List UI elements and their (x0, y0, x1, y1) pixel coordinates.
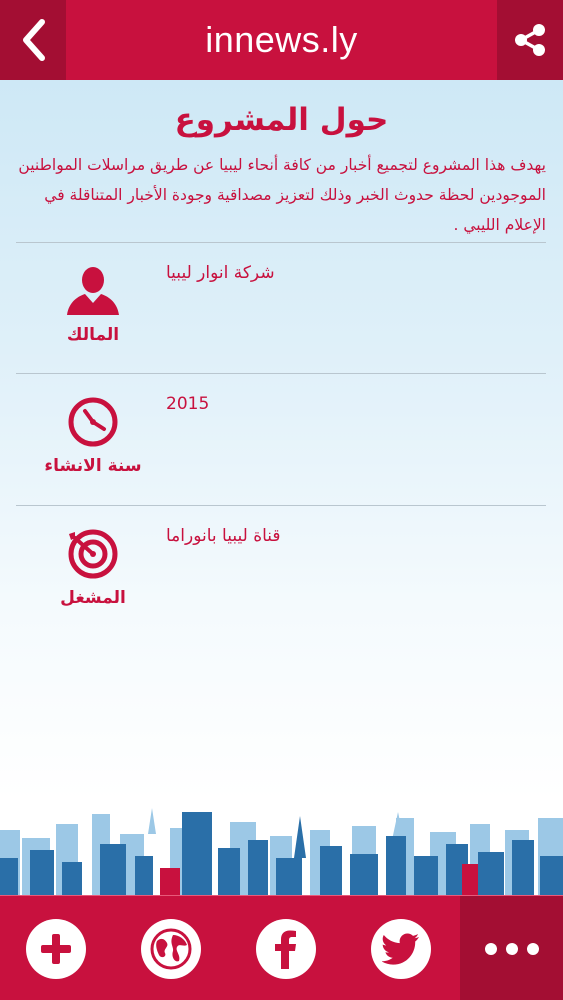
twitter-button[interactable] (345, 896, 457, 1000)
info-row-owner: المالك شركة انوار ليبيا (16, 243, 546, 373)
twitter-icon (382, 933, 419, 965)
globe-icon (150, 928, 192, 969)
owner-value: شركة انوار ليبيا (166, 263, 275, 283)
operator-value: قناة ليبيا بانوراما (166, 526, 281, 546)
city-skyline-image (0, 808, 563, 900)
app-header: innews.ly (0, 0, 563, 80)
target-icon (68, 529, 118, 579)
share-button[interactable] (497, 0, 563, 80)
owner-icon-block: المالك (38, 263, 148, 345)
twitter-button-circle (371, 918, 431, 979)
chevron-left-icon (23, 19, 45, 61)
year-label: سنة الانشاء (44, 456, 142, 476)
info-row-year: سنة الانشاء 2015 (16, 374, 546, 504)
back-button[interactable] (0, 0, 66, 80)
more-button[interactable] (460, 896, 563, 1000)
person-icon (67, 267, 119, 315)
operator-icon-block: المشغل (38, 526, 148, 608)
website-button[interactable] (115, 896, 227, 1000)
owner-label: المالك (66, 325, 120, 345)
info-row-operator: المشغل قناة ليبيا بانوراما (16, 506, 546, 636)
bottom-tab-bar (0, 895, 563, 1000)
facebook-icon (275, 930, 296, 969)
year-icon-block: سنة الانشاء (38, 394, 148, 476)
about-description: يهدف هذا المشروع لتجميع أخبار من كافة أن… (18, 156, 546, 234)
year-value: 2015 (166, 394, 210, 414)
share-icon (515, 24, 545, 56)
add-button-circle (26, 918, 86, 979)
add-news-button[interactable] (0, 896, 112, 1000)
plus-icon (41, 933, 71, 964)
globe-button-circle (141, 918, 201, 979)
facebook-button[interactable] (230, 896, 342, 1000)
more-icon (484, 942, 539, 955)
clock-icon (68, 397, 118, 447)
page-title: حول المشروع (174, 102, 389, 138)
app-title: innews.ly (205, 19, 358, 60)
operator-label: المشغل (60, 588, 126, 608)
facebook-button-circle (256, 918, 316, 979)
